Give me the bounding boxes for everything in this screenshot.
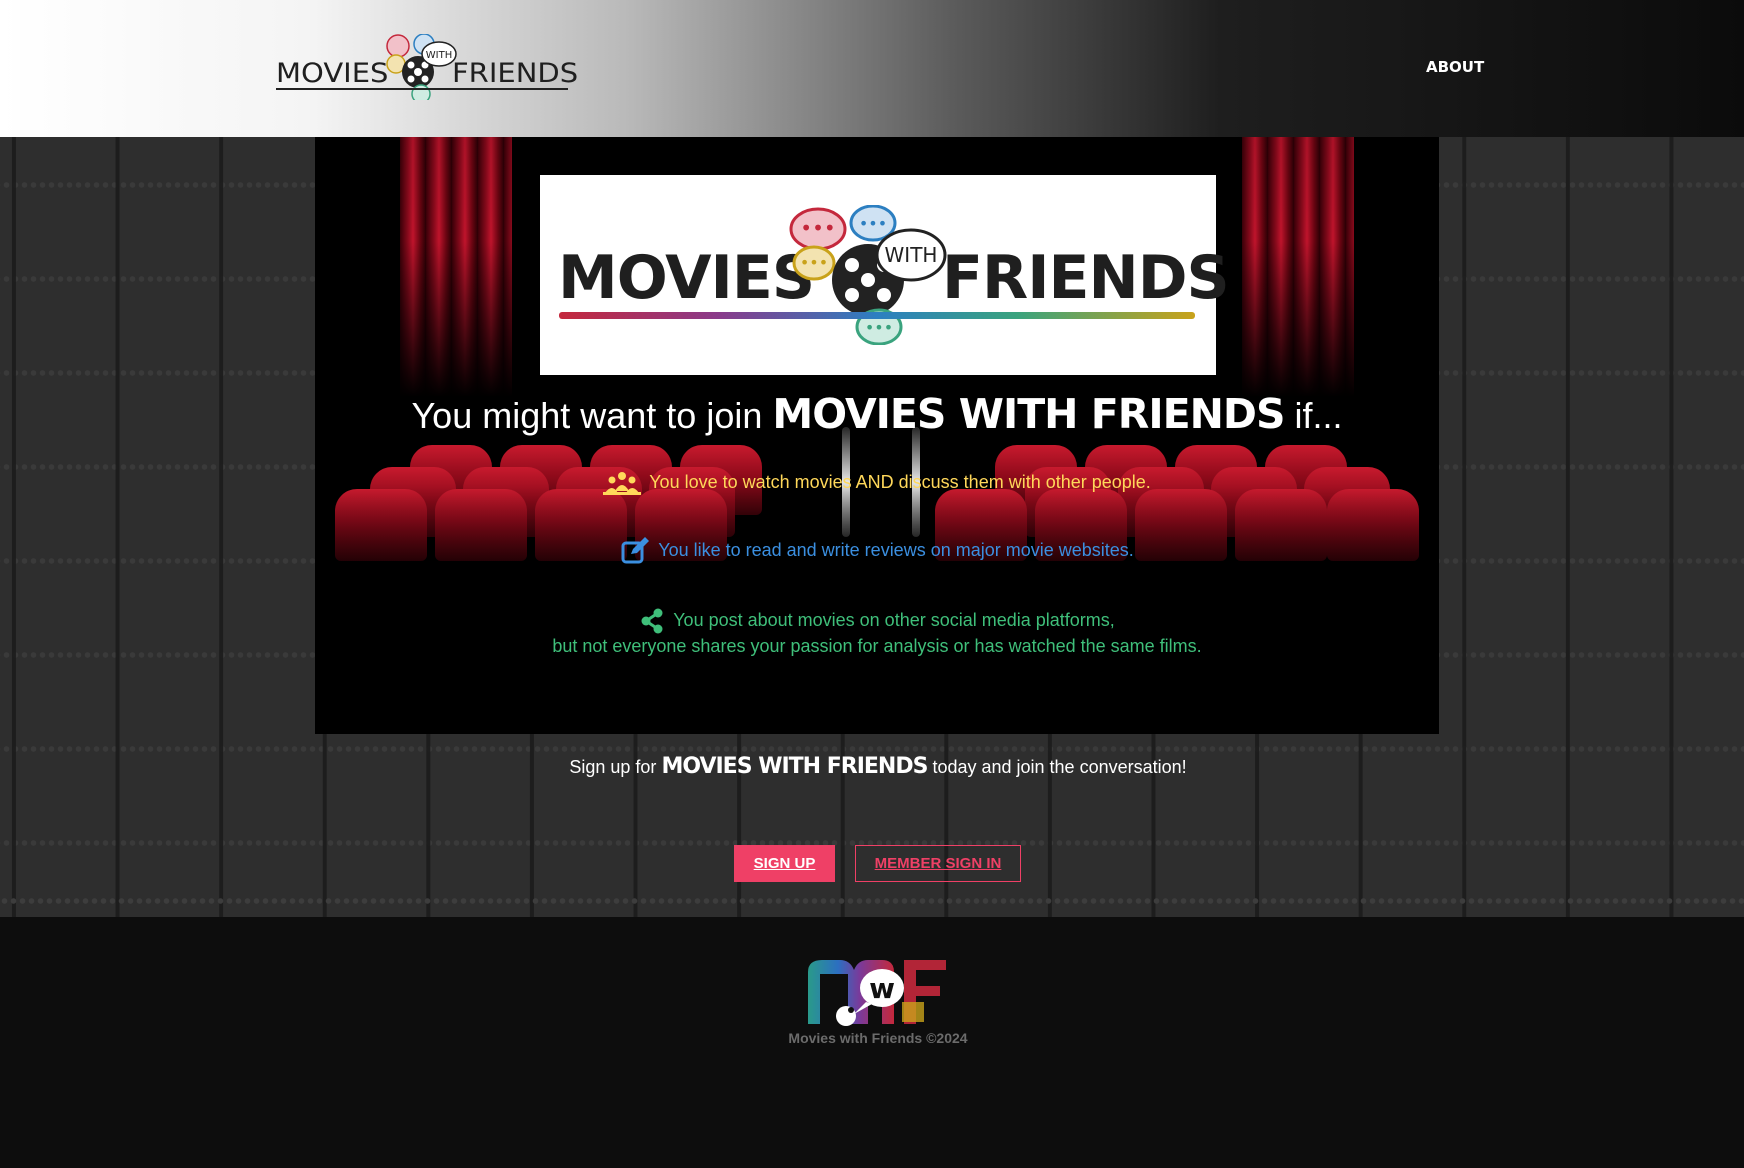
reason-reviews-text: You like to read and write reviews on ma… [658,539,1134,560]
share-icon [641,608,663,634]
nav-about-link[interactable]: ABOUT [1426,58,1484,76]
edit-icon [621,537,650,564]
footer-mwf-logo: w [808,960,946,1026]
reason-reviews: You like to read and write reviews on ma… [315,536,1439,566]
cta-brand: MOVIES WITH FRIENDS [661,754,928,779]
site-logo[interactable]: MOVIES WITH FRIENDS [274,34,578,102]
theater-hero: MOVIES ••• ••• ••• WITH ••• FRIENDS You … [315,137,1439,734]
footer-copyright: Movies with Friends ©2024 [788,1030,968,1046]
cta-prefix: Sign up for [569,757,657,777]
screen-logo-word-with: WITH [885,243,938,267]
cta-suffix: today and join the conversation! [932,757,1187,777]
headline-suffix: if... [1294,395,1343,436]
svg-text:w: w [869,972,895,1005]
logo-film-reel-icon: WITH [386,34,457,100]
logo-underline [276,88,568,90]
cta-message: Sign up for MOVIES WITH FRIENDS today an… [0,754,1744,779]
right-curtain-shade [1242,137,1354,397]
headline-prefix: You might want to join [411,395,763,436]
film-strip-perforations [0,896,1744,906]
reason-social-text-line1: You post about movies on other social me… [673,610,1115,630]
screen-logo-underline [559,312,1195,319]
reason-discuss-text: You love to watch movies AND discuss the… [649,472,1151,492]
cinema-screen-logo: MOVIES ••• ••• ••• WITH ••• FRIENDS [540,175,1230,375]
site-header: MOVIES WITH FRIENDS ABOUT [0,0,1744,137]
svg-text:•••: ••• [859,214,887,233]
reason-social: You post about movies on other social me… [315,608,1439,658]
logo-word-with: WITH [426,50,452,61]
sign-up-button[interactable]: SIGN UP [734,845,835,882]
hero-headline: You might want to join MOVIES WITH FRIEN… [315,390,1439,438]
reason-discuss: You love to watch movies AND discuss the… [315,470,1439,496]
svg-text:•••: ••• [800,216,835,240]
headline-brand: MOVIES WITH FRIENDS [772,390,1285,438]
reason-social-text-line2: but not everyone shares your passion for… [552,636,1202,657]
member-sign-in-button[interactable]: MEMBER SIGN IN [855,845,1021,882]
svg-text:•••: ••• [865,318,893,337]
screen-logo-film-reel-icon: ••• ••• ••• WITH ••• [789,205,947,345]
svg-text:•••: ••• [800,253,828,272]
left-curtain-shade [400,137,512,397]
group-icon [603,472,642,496]
logo-word-friends: FRIENDS [452,57,579,89]
logo-word-movies: MOVIES [276,57,389,89]
screen-logo-word-friends: FRIENDS [942,243,1230,313]
screen-logo-word-movies: MOVIES [558,243,815,313]
